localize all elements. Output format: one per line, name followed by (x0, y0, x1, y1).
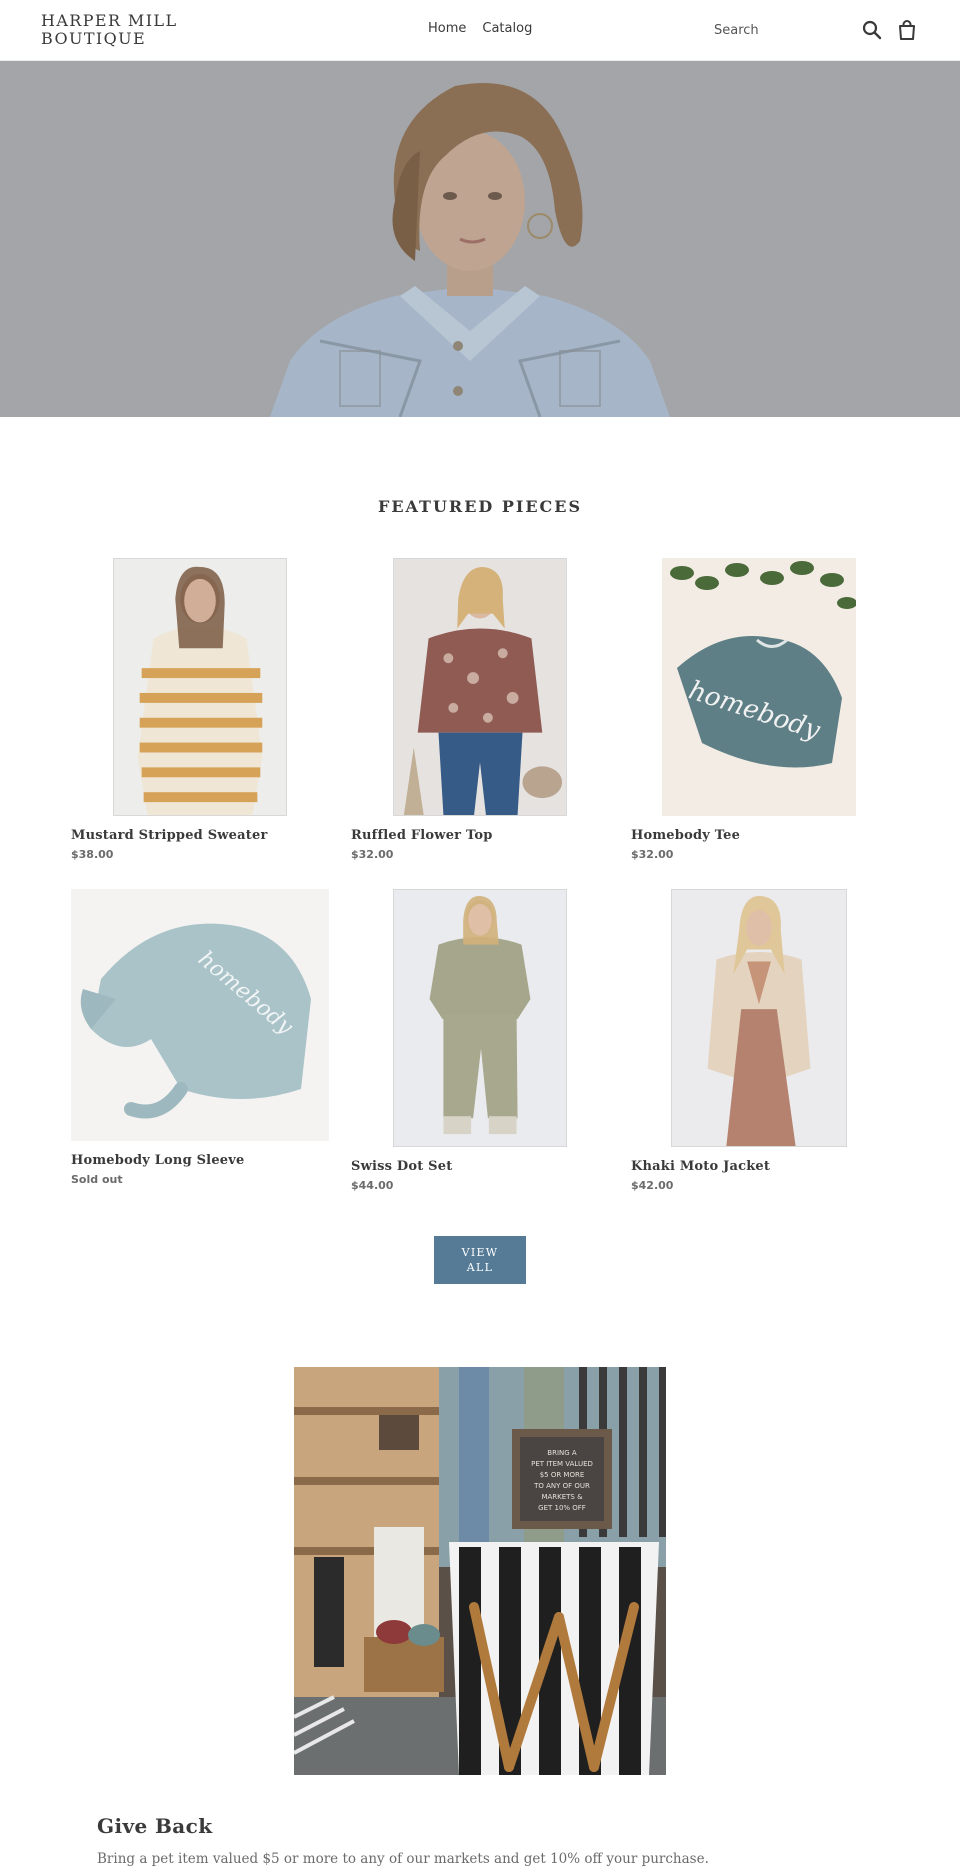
product-image[interactable]: homebody (662, 558, 856, 816)
nav-home[interactable]: Home (428, 21, 466, 36)
featured-title: FEATURED PIECES (377, 497, 583, 516)
product-price: Sold out (71, 1173, 123, 1186)
main-nav: Home Catalog (428, 21, 532, 36)
product-title[interactable]: Homebody Long Sleeve (71, 1153, 329, 1168)
product-price: $32.00 (351, 848, 394, 861)
product-image[interactable] (113, 558, 287, 816)
cart-icon[interactable] (896, 19, 918, 41)
hero-banner (0, 61, 960, 417)
product-image[interactable]: homebody (71, 889, 329, 1141)
promo-sign-line: TO ANY OF OUR (533, 1482, 590, 1490)
promo-sign-line: PET ITEM VALUED (531, 1460, 593, 1468)
product-image[interactable] (393, 558, 567, 816)
promo-sign-line: $5 OR MORE (540, 1471, 585, 1479)
product-card[interactable]: Mustard Stripped Sweater $38.00 (71, 558, 329, 861)
product-title[interactable]: Mustard Stripped Sweater (71, 828, 329, 843)
search-icon[interactable] (862, 20, 882, 40)
search-input[interactable] (705, 16, 845, 44)
product-card[interactable]: homebody Homebody Long Sleeve Sold out (71, 889, 329, 1186)
product-price: $32.00 (631, 848, 674, 861)
promo-sign-line: MARKETS & (541, 1493, 583, 1501)
promo-sign-line: BRING A (547, 1449, 577, 1457)
product-card[interactable]: Swiss Dot Set $44.00 (351, 889, 609, 1192)
product-title[interactable]: Khaki Moto Jacket (631, 1159, 889, 1174)
product-title[interactable]: Homebody Tee (631, 828, 889, 843)
site-header: HARPER MILL BOUTIQUE Home Catalog (0, 0, 960, 61)
product-card[interactable]: homebody Homebody Tee $32.00 (631, 558, 889, 861)
view-all-button[interactable]: VIEW ALL (434, 1236, 526, 1284)
product-image[interactable] (393, 889, 567, 1147)
product-price: $38.00 (71, 848, 114, 861)
give-back-text: Bring a pet item valued $5 or more to an… (97, 1851, 709, 1867)
product-card[interactable]: Khaki Moto Jacket $42.00 (631, 889, 889, 1192)
give-back-title: Give Back (97, 1814, 213, 1838)
promo-sign-line: GET 10% OFF (538, 1504, 586, 1512)
product-title[interactable]: Swiss Dot Set (351, 1159, 609, 1174)
product-card[interactable]: Ruffled Flower Top $32.00 (351, 558, 609, 861)
product-image[interactable] (671, 889, 847, 1147)
product-price: $42.00 (631, 1179, 674, 1192)
store-logo[interactable]: HARPER MILL BOUTIQUE (41, 12, 221, 48)
nav-catalog[interactable]: Catalog (482, 21, 532, 36)
product-price: $44.00 (351, 1179, 394, 1192)
product-title[interactable]: Ruffled Flower Top (351, 828, 609, 843)
promo-image: BRING A PET ITEM VALUED $5 OR MORE TO ANY O… (294, 1367, 666, 1775)
